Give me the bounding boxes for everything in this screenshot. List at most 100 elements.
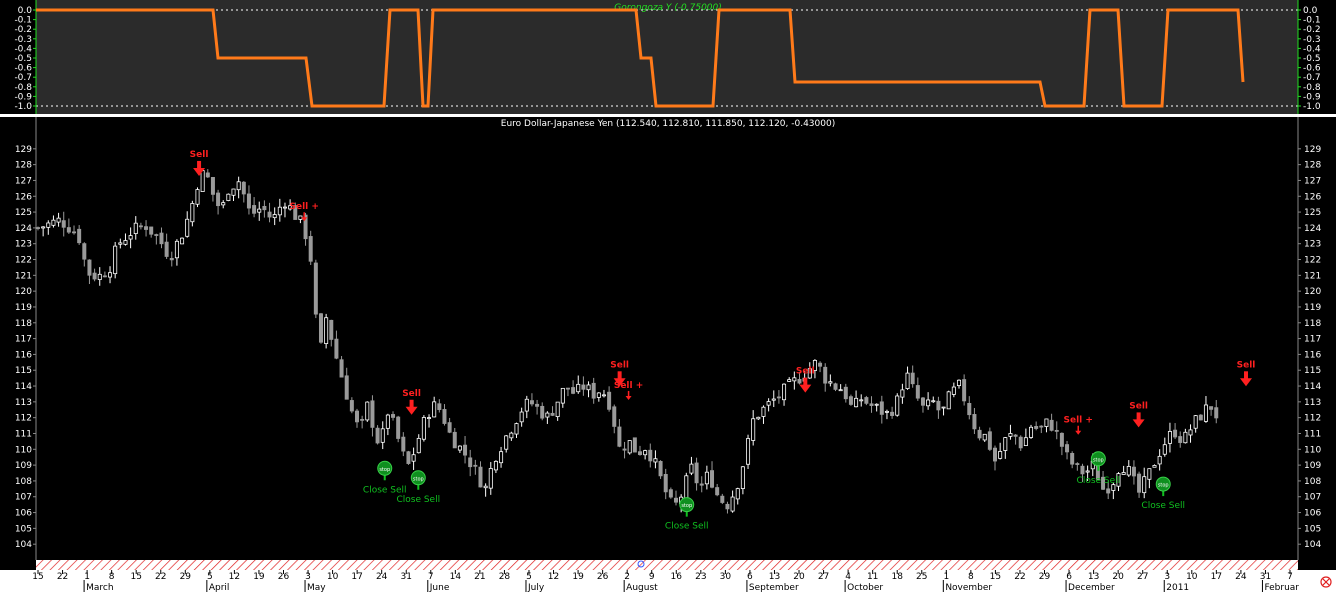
candle-body — [318, 313, 323, 343]
candle-body — [756, 416, 761, 420]
candle-body — [607, 391, 612, 410]
price-axis-left: 129 128 127 126 125 124 123 122 121 120 119 118 117 1… — [15, 145, 36, 550]
candle-body — [488, 468, 493, 489]
candle-body — [1214, 407, 1219, 419]
candle-body — [931, 400, 936, 403]
price-ytick-left: 112 — [15, 414, 32, 424]
indicator-ytick-right: -0.4 — [1303, 44, 1321, 54]
candle-body — [591, 382, 596, 399]
candle-body — [493, 460, 498, 471]
candle-body — [668, 489, 673, 498]
price-ytick-left: 122 — [15, 256, 32, 266]
candle-body — [1173, 429, 1178, 438]
candle-body — [385, 414, 390, 429]
date-tick-label: 7 — [428, 572, 434, 582]
candle-body — [272, 214, 277, 219]
date-tick-label: 1 — [84, 572, 90, 582]
candle-body — [282, 206, 287, 209]
candle-body — [576, 383, 581, 393]
candle-body — [766, 401, 771, 406]
candle-body — [637, 451, 642, 456]
month-label: March — [86, 583, 113, 592]
candle-body — [514, 423, 519, 435]
indicator-axis-left: 0.0-0.1-0.2-0.3-0.4-0.5-0.6-0.7-0.8-0.9-… — [14, 6, 36, 112]
price-ytick-left: 115 — [15, 366, 32, 376]
candle-body — [406, 451, 411, 464]
candle-body — [977, 429, 982, 439]
price-ytick-left: 121 — [15, 271, 32, 281]
date-tick-label: 5 — [526, 572, 532, 582]
price-ytick-left: 111 — [15, 429, 32, 439]
candle-body — [277, 206, 282, 216]
candle-body — [457, 445, 462, 451]
candle-body — [586, 384, 591, 391]
candle-body — [200, 170, 205, 192]
date-tick-label: 20 — [793, 572, 805, 582]
date-tick-label: 31 — [1260, 572, 1271, 582]
candle — [632, 437, 637, 453]
candle-body — [1034, 426, 1039, 429]
indicator-ytick-left: -0.1 — [14, 16, 32, 26]
close-sell-label: Close Sell — [396, 495, 440, 505]
date-tick-label: 29 — [1039, 572, 1051, 582]
price-ytick-right: 113 — [1304, 398, 1321, 408]
candle-body — [190, 203, 195, 223]
candle-body — [1029, 426, 1034, 438]
indicator-ytick-left: -0.7 — [14, 73, 32, 83]
price-ytick-right: 127 — [1304, 176, 1321, 186]
price-ytick-right: 110 — [1304, 445, 1321, 455]
price-axis-right: 129 128 127 126 125 124 123 122 121 120 119 118 117 1… — [1298, 145, 1321, 550]
candle-body — [1008, 433, 1013, 437]
date-tick-label: 26 — [597, 572, 609, 582]
date-axis — [0, 570, 1336, 592]
date-tick-label: 6 — [1066, 572, 1072, 582]
candle-body — [231, 188, 236, 196]
candle-body — [308, 236, 313, 262]
candle-body — [982, 433, 987, 441]
candle-body — [87, 259, 92, 276]
candle — [113, 241, 118, 279]
candle-body — [879, 401, 884, 415]
candle-body — [529, 400, 534, 405]
candle-body — [1188, 429, 1193, 436]
candle-body — [339, 359, 344, 378]
price-ytick-left: 107 — [15, 493, 32, 503]
candle-body — [725, 503, 730, 510]
candle-body — [601, 394, 606, 397]
candle-body — [818, 362, 823, 367]
date-tick-label: 25 — [916, 572, 927, 582]
candle-body — [1054, 429, 1059, 432]
indicator-ytick-left: -0.2 — [14, 25, 32, 35]
sell-signal-label: Sell — [610, 360, 629, 370]
sell-signal-label: Sell — [190, 150, 209, 160]
date-tick-label: 14 — [450, 572, 462, 582]
date-tick-label: 20 — [1112, 572, 1124, 582]
candle-body — [504, 435, 509, 450]
candle-body — [1147, 468, 1152, 480]
date-tick-label: 27 — [818, 572, 829, 582]
candle — [658, 460, 663, 479]
candle-body — [401, 436, 406, 452]
date-hatch-strip — [36, 560, 1298, 570]
candle — [1198, 414, 1203, 421]
indicator-ytick-right: -0.8 — [1303, 83, 1321, 93]
candle-body — [210, 177, 215, 195]
candle-body — [833, 383, 838, 390]
date-tick-label: 17 — [1211, 572, 1222, 582]
candle-body — [735, 488, 740, 500]
chart-title: Euro Dollar-Japanese Yen (112.540, 112.8… — [501, 119, 835, 129]
candle — [180, 237, 185, 245]
candle-body — [555, 401, 560, 418]
candle — [406, 450, 411, 465]
month-label: August — [626, 583, 658, 592]
date-tick-label: 15 — [990, 572, 1001, 582]
candle-body — [416, 437, 421, 454]
date-tick-label: 19 — [572, 572, 584, 582]
sell-arrow-shaft — [1136, 412, 1141, 421]
price-ytick-left: 105 — [15, 524, 32, 534]
price-panel — [36, 117, 1298, 560]
candle-body — [468, 457, 473, 468]
candle-body — [787, 379, 792, 382]
date-tick-label: 1 — [943, 572, 949, 582]
candle-body — [972, 414, 977, 430]
